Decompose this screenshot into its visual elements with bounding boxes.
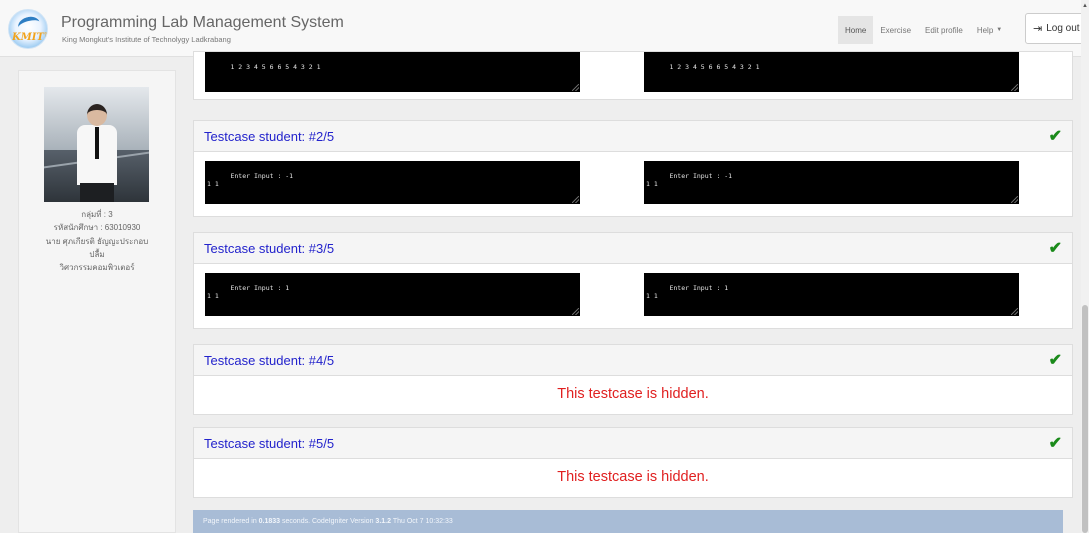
app-title[interactable]: Programming Lab Management System — [61, 14, 344, 32]
student-department: วิศวกรรมคอมพิวเตอร์ — [59, 263, 135, 273]
testcase-list: 1 2 3 4 5 6 6 5 4 3 2 1 1 2 3 4 5 6 6 5 … — [193, 51, 1073, 533]
nav-home[interactable]: Home — [838, 16, 874, 44]
logo-text: KMITL — [12, 32, 48, 43]
page-scrollbar[interactable]: ▲ — [1081, 0, 1089, 533]
framework-version: 3.1.2 — [375, 518, 391, 525]
resize-grip-icon[interactable] — [1011, 84, 1018, 91]
student-id: รหัสนักศึกษา : 63010930 — [53, 223, 141, 233]
student-sidebar: กลุ่มที่ : 3 รหัสนักศึกษา : 63010930 นาย… — [18, 70, 176, 533]
sign-out-icon: ⇥ — [1033, 23, 1043, 35]
check-icon: ✔ — [1048, 240, 1062, 257]
testcase-title: Testcase student: #2/5 — [204, 129, 335, 144]
page-footer: Page rendered in 0.1833 seconds. CodeIgn… — [193, 510, 1063, 533]
testcase-title: Testcase student: #5/5 — [204, 436, 335, 451]
expected-output-console[interactable]: Enter Input : -1 1 1 — [205, 161, 580, 204]
app-subtitle: King Mongkut's Institute of Technolygy L… — [62, 35, 231, 44]
kmitl-logo[interactable]: KMITL — [8, 9, 48, 49]
expected-output-console[interactable]: Enter Input : 1 1 1 — [205, 273, 580, 316]
resize-grip-icon[interactable] — [572, 308, 579, 315]
actual-output-console[interactable]: 1 2 3 4 5 6 6 5 4 3 2 1 — [644, 52, 1019, 92]
resize-grip-icon[interactable] — [1011, 308, 1018, 315]
check-icon: ✔ — [1048, 128, 1062, 145]
scroll-thumb[interactable] — [1082, 305, 1088, 533]
testcase-heading[interactable]: Testcase student: #2/5 ✔ — [194, 121, 1072, 152]
profile-photo — [44, 87, 149, 202]
student-name: นาย ศุภเกียรติ ธัญญะประกอบ — [45, 236, 149, 246]
testcase-title: Testcase student: #4/5 — [204, 353, 335, 368]
testcase-heading[interactable]: Testcase student: #3/5 ✔ — [194, 233, 1072, 264]
nav-menu: Home Exercise Edit profile Help ▼ — [838, 15, 1009, 45]
testcase-panel-3: Testcase student: #3/5 ✔ Enter Input : 1… — [193, 232, 1073, 329]
testcase-panel-5: Testcase student: #5/5 ✔ This testcase i… — [193, 427, 1073, 498]
logout-button[interactable]: ⇥ Log out — [1025, 13, 1085, 44]
testcase-heading[interactable]: Testcase student: #5/5 ✔ — [194, 428, 1072, 459]
testcase-panel-2: Testcase student: #2/5 ✔ Enter Input : -… — [193, 120, 1073, 217]
top-navbar: KMITL Programming Lab Management System … — [0, 0, 1085, 57]
scroll-up-arrow-icon[interactable]: ▲ — [1082, 3, 1088, 9]
check-icon: ✔ — [1048, 435, 1062, 452]
render-time: 0.1833 — [258, 518, 281, 525]
expected-output-console[interactable]: 1 2 3 4 5 6 6 5 4 3 2 1 — [205, 52, 580, 92]
resize-grip-icon[interactable] — [1011, 196, 1018, 203]
testcase-panel-1: 1 2 3 4 5 6 6 5 4 3 2 1 1 2 3 4 5 6 6 5 … — [193, 51, 1073, 100]
resize-grip-icon[interactable] — [572, 196, 579, 203]
actual-output-console[interactable]: Enter Input : 1 1 1 — [644, 273, 1019, 316]
student-info: กลุ่มที่ : 3 รหัสนักศึกษา : 63010930 นาย… — [19, 208, 175, 274]
actual-output-console[interactable]: Enter Input : -1 1 1 — [644, 161, 1019, 204]
student-group: กลุ่มที่ : 3 — [81, 210, 113, 219]
hidden-testcase-message: This testcase is hidden. — [557, 386, 709, 402]
testcase-title: Testcase student: #3/5 — [204, 241, 335, 256]
nav-exercise[interactable]: Exercise — [873, 16, 918, 44]
testcase-heading[interactable]: Testcase student: #4/5 ✔ — [194, 345, 1072, 376]
hidden-testcase-message: This testcase is hidden. — [557, 469, 709, 485]
testcase-panel-4: Testcase student: #4/5 ✔ This testcase i… — [193, 344, 1073, 415]
check-icon: ✔ — [1048, 352, 1062, 369]
resize-grip-icon[interactable] — [572, 84, 579, 91]
caret-down-icon: ▼ — [996, 27, 1003, 33]
nav-help-dropdown[interactable]: Help ▼ — [970, 16, 1009, 44]
student-nickname: ปลื้ม — [89, 249, 105, 259]
nav-edit-profile[interactable]: Edit profile — [918, 16, 970, 44]
